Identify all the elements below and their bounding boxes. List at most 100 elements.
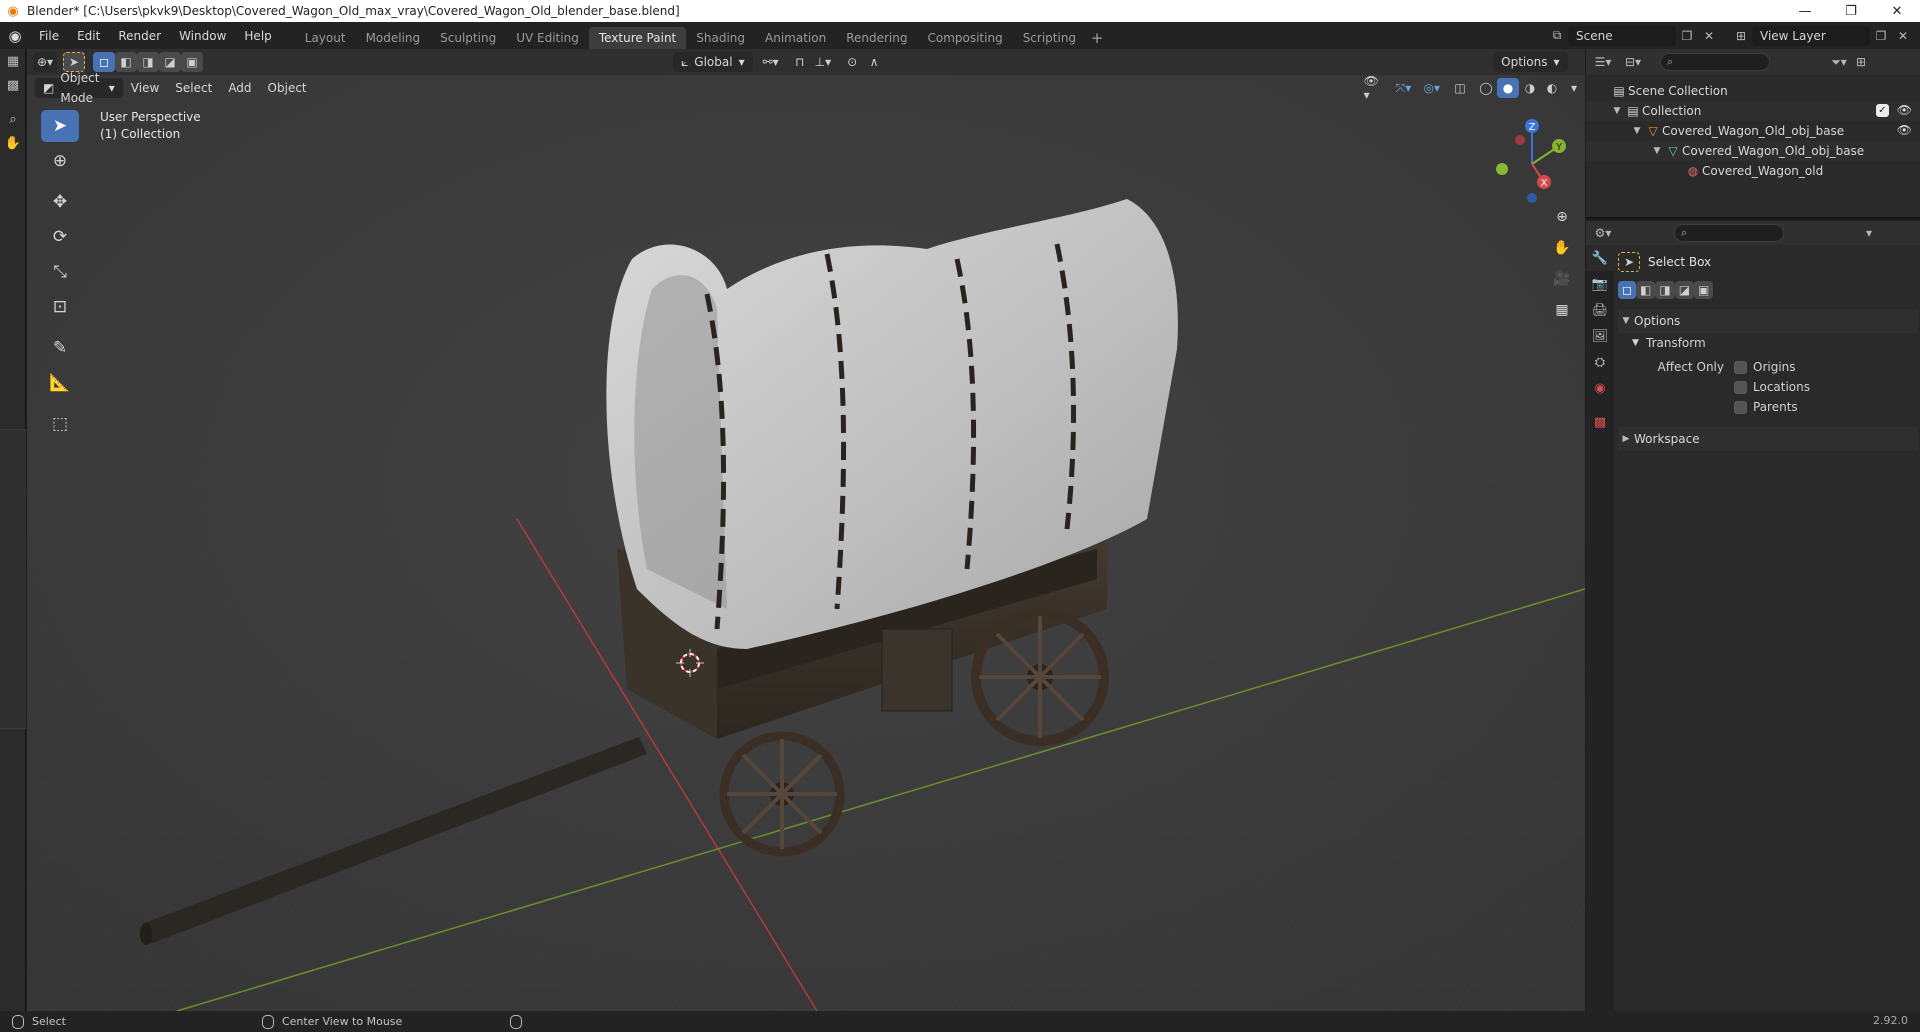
xray-toggle-icon[interactable]: ◫ [1449, 78, 1471, 98]
expand-arrow-icon[interactable]: ▼ [1650, 146, 1664, 156]
scene-selector-icon[interactable]: ⧉ [1546, 26, 1568, 46]
object-mode-dropdown[interactable]: ◩ Object Mode ▾ [35, 71, 123, 105]
checker-icon[interactable]: ▩ [0, 73, 26, 97]
outliner-search-input[interactable]: ⌕ [1660, 53, 1770, 71]
new-collection-icon[interactable]: ⊞ [1850, 52, 1872, 72]
filter-icon[interactable]: ⏷▾ [1828, 52, 1850, 72]
outliner-row-collection[interactable]: ▼ ▤ Collection ✓ 👁 [1586, 101, 1920, 121]
menu-edit[interactable]: Edit [68, 25, 109, 47]
menu-file[interactable]: File [30, 25, 68, 47]
snap-icon[interactable]: ⊓ [789, 52, 811, 72]
left-strip-scroll-region[interactable] [0, 429, 26, 729]
falloff-icon[interactable]: ∧ [863, 52, 885, 72]
tab-modeling[interactable]: Modeling [356, 27, 431, 49]
menu-view[interactable]: View [123, 78, 167, 98]
close-button[interactable]: ✕ [1874, 0, 1920, 22]
solid-shading-icon[interactable]: ● [1497, 78, 1519, 98]
tab-rendering[interactable]: Rendering [836, 27, 917, 49]
tab-compositing[interactable]: Compositing [917, 27, 1012, 49]
blender-logo-icon[interactable]: ◉ [0, 22, 30, 49]
select-subtract-icon[interactable]: ◨ [1655, 281, 1675, 299]
properties-editor-type-icon[interactable]: ⚙▾ [1592, 223, 1614, 243]
texture-tab-icon[interactable]: ▩ [1586, 409, 1614, 435]
locations-checkbox[interactable] [1734, 380, 1747, 394]
menu-add[interactable]: Add [220, 78, 259, 98]
zoom-icon[interactable]: ⌕ [0, 107, 26, 131]
menu-help[interactable]: Help [235, 25, 280, 47]
options-dropdown[interactable]: Options ▾ [1493, 52, 1568, 72]
add-cube-tool-icon[interactable]: ⬚ [41, 408, 79, 440]
perspective-toggle-icon[interactable]: ▦ [1549, 297, 1575, 323]
add-workspace-icon[interactable]: + [1086, 27, 1108, 49]
material-shading-icon[interactable]: ◑ [1519, 78, 1541, 98]
display-mode-icon[interactable]: ⊟▾ [1622, 52, 1644, 72]
select-box-tool-icon[interactable]: ➤ [41, 110, 79, 142]
overlay-toggle-icon[interactable]: ◎▾ [1420, 78, 1443, 98]
rotate-tool-icon[interactable]: ⟳ [41, 221, 79, 253]
snap-target-icon[interactable]: ⊥▾ [811, 52, 835, 72]
gizmo-toggle-icon[interactable]: ⤧▾ [1392, 78, 1414, 98]
editor-type-icon[interactable]: ⊕▾ [33, 52, 58, 72]
tab-texture-paint[interactable]: Texture Paint [588, 27, 687, 49]
select-subtract-icon[interactable]: ◨ [137, 52, 160, 72]
output-tab-icon[interactable]: 🖨 [1586, 297, 1614, 323]
select-intersect-icon[interactable]: ▣ [181, 52, 204, 72]
scene-tab-icon[interactable]: ⛭ [1586, 349, 1614, 375]
delete-view-layer-icon[interactable]: ✕ [1892, 26, 1914, 46]
transform-orientation-dropdown[interactable]: ⟀ Global ▾ [673, 52, 753, 72]
menu-render[interactable]: Render [109, 25, 170, 47]
new-scene-icon[interactable]: ❐ [1676, 26, 1698, 46]
view-layer-field[interactable]: View Layer [1752, 25, 1870, 46]
move-tool-icon[interactable]: ✥ [41, 186, 79, 218]
transform-tool-icon[interactable]: ⊡ [41, 291, 79, 323]
scene-name-field[interactable]: Scene [1568, 25, 1676, 46]
editor-type-icon[interactable]: ▦ [0, 49, 26, 73]
proportional-edit-icon[interactable]: ⊙ [841, 52, 863, 72]
parents-checkbox[interactable] [1734, 400, 1747, 414]
select-invert-icon[interactable]: ◪ [1674, 281, 1695, 299]
menu-object[interactable]: Object [260, 78, 315, 98]
outliner-row-object[interactable]: ▼ ▽ Covered_Wagon_Old_obj_base 👁 [1586, 121, 1920, 141]
hand-pan-icon[interactable]: ✋ [0, 131, 26, 155]
visibility-eye-icon[interactable]: 👁 [1897, 103, 1912, 117]
expand-arrow-icon[interactable]: ▼ [1630, 126, 1644, 136]
annotate-tool-icon[interactable]: ✎ [41, 332, 79, 364]
pivot-point-icon[interactable]: ⚯▾ [759, 52, 783, 72]
3d-viewport[interactable]: ⊕▾ ➤ ◻ ◧ ◨ ◪ ▣ ⟀ Global ▾ ⚯▾ ⊓ ⊥▾ ⊙ ∧ Op… [27, 49, 1585, 1011]
tab-scripting[interactable]: Scripting [1013, 27, 1086, 49]
new-view-layer-icon[interactable]: ❐ [1870, 26, 1892, 46]
render-tab-icon[interactable]: 📷 [1586, 271, 1614, 297]
wireframe-shading-icon[interactable]: ◯ [1475, 78, 1497, 98]
tool-tab-icon[interactable]: 🔧 [1586, 245, 1614, 271]
expand-arrow-icon[interactable]: ▼ [1610, 106, 1624, 116]
measure-tool-icon[interactable]: 📐 [41, 367, 79, 399]
outliner-row-material[interactable]: ◍ Covered_Wagon_old [1586, 161, 1920, 181]
chevron-down-icon[interactable]: ▾ [1858, 223, 1880, 243]
menu-select[interactable]: Select [167, 78, 220, 98]
delete-scene-icon[interactable]: ✕ [1698, 26, 1720, 46]
properties-search-input[interactable]: ⌕ [1674, 224, 1784, 242]
tab-layout[interactable]: Layout [295, 27, 356, 49]
outliner-row-mesh[interactable]: ▼ ▽ Covered_Wagon_Old_obj_base [1586, 141, 1920, 161]
shading-options-icon[interactable]: ▾ [1563, 78, 1585, 98]
select-invert-icon[interactable]: ◪ [159, 52, 182, 72]
tab-animation[interactable]: Animation [755, 27, 836, 49]
zoom-icon[interactable]: ⊕ [1549, 204, 1575, 230]
select-new-icon[interactable]: ◻ [1618, 281, 1636, 299]
transform-subsection-header[interactable]: ▼ Transform [1618, 333, 1918, 353]
rendered-shading-icon[interactable]: ◐ [1541, 78, 1563, 98]
visibility-eye-icon[interactable]: 👁▾ [1360, 74, 1387, 102]
menu-window[interactable]: Window [170, 25, 235, 47]
view-layer-selector-icon[interactable]: ⊞ [1730, 26, 1752, 46]
outliner-row-scene-collection[interactable]: ▤ Scene Collection [1586, 81, 1920, 101]
scale-tool-icon[interactable]: ⤡ [41, 256, 79, 288]
world-tab-icon[interactable]: ◉ [1586, 375, 1614, 401]
outliner-editor-type-icon[interactable]: ☰▾ [1592, 52, 1614, 72]
select-extend-icon[interactable]: ◧ [1636, 281, 1656, 299]
select-intersect-icon[interactable]: ▣ [1694, 281, 1714, 299]
hand-pan-icon[interactable]: ✋ [1549, 235, 1575, 261]
maximize-button[interactable]: ❐ [1828, 0, 1874, 22]
tab-uv-editing[interactable]: UV Editing [506, 27, 589, 49]
view-layer-tab-icon[interactable]: 🖼 [1586, 323, 1614, 349]
options-section-header[interactable]: ▼ Options [1618, 309, 1918, 333]
